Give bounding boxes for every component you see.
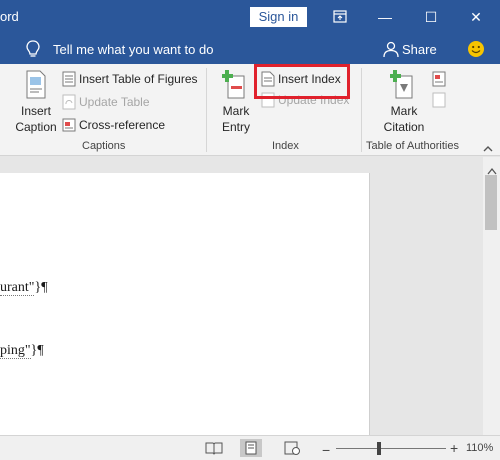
- lightbulb-icon: [24, 39, 42, 59]
- zoom-in-button[interactable]: +: [450, 440, 458, 456]
- smiley-feedback-icon[interactable]: [467, 40, 485, 58]
- mark-entry-label-1: Mark: [222, 104, 250, 118]
- index-entry-end: }¶: [30, 343, 44, 358]
- minimize-button[interactable]: —: [374, 6, 396, 28]
- mark-entry-button[interactable]: Mark Entry: [214, 70, 258, 136]
- person-icon: [382, 40, 400, 58]
- captions-group-label: Captions: [82, 140, 126, 152]
- insert-caption-icon: [25, 70, 47, 103]
- zoom-out-button[interactable]: −: [322, 442, 330, 458]
- close-button[interactable]: ✕: [465, 6, 487, 28]
- update-table-label: Update Table: [79, 95, 150, 109]
- insert-table-of-figures-label: Insert Table of Figures: [79, 72, 198, 86]
- group-separator: [206, 68, 207, 152]
- maximize-button[interactable]: ☐: [420, 6, 442, 28]
- insert-caption-label-2: Caption: [15, 120, 57, 134]
- print-layout-icon[interactable]: [240, 439, 262, 457]
- mark-citation-icon: [389, 70, 418, 103]
- document-page[interactable]: urant"}¶ ping"}¶: [0, 173, 370, 435]
- mark-citation-label-1: Mark: [390, 104, 418, 118]
- mark-entry-label-2: Entry: [221, 120, 250, 134]
- insert-table-of-authorities-button[interactable]: [432, 70, 448, 88]
- scrollbar-thumb[interactable]: [485, 175, 497, 230]
- zoom-slider-track[interactable]: [336, 448, 446, 449]
- group-separator: [361, 68, 362, 152]
- update-table-of-authorities-icon: [432, 92, 446, 108]
- collapse-ribbon-icon[interactable]: [482, 142, 494, 154]
- index-entry-end: }¶: [34, 280, 48, 295]
- references-ribbon: Insert Caption Insert Table of Figures U…: [0, 64, 500, 156]
- cross-reference-icon: [62, 117, 76, 133]
- zoom-slider-thumb[interactable]: [377, 442, 381, 455]
- table-of-authorities-icon: [432, 71, 446, 87]
- cross-reference-label: Cross-reference: [79, 118, 166, 132]
- share-label: Share: [402, 42, 437, 57]
- index-entry-text: urant": [0, 280, 35, 296]
- table-of-figures-icon: [62, 71, 76, 87]
- table-of-authorities-group-label: Table of Authorities: [366, 140, 459, 152]
- update-table-icon: [62, 94, 76, 110]
- mark-citation-button[interactable]: Mark Citation: [380, 70, 428, 136]
- mark-citation-label-2: Citation: [383, 120, 425, 134]
- mark-entry-icon: [221, 70, 250, 103]
- index-entry-field[interactable]: ping"}¶: [0, 343, 44, 359]
- web-layout-icon[interactable]: [281, 439, 303, 457]
- app-title: ord: [0, 9, 19, 24]
- tell-me-bar: Tell me what you want to do Share: [0, 34, 500, 64]
- scroll-up-icon[interactable]: [487, 162, 497, 175]
- title-bar: ord Sign in — ☐ ✕: [0, 0, 500, 34]
- index-group-label: Index: [272, 140, 299, 152]
- insert-index-highlight: [254, 64, 350, 99]
- sign-in-button[interactable]: Sign in: [250, 7, 307, 27]
- index-entry-field[interactable]: urant"}¶: [0, 280, 48, 296]
- tell-me-search[interactable]: Tell me what you want to do: [53, 42, 213, 57]
- zoom-level[interactable]: 110%: [466, 442, 493, 454]
- insert-caption-button[interactable]: Insert Caption: [14, 70, 58, 136]
- read-mode-icon[interactable]: [203, 439, 225, 457]
- insert-caption-label-1: Insert: [20, 104, 51, 118]
- status-bar: − + 110%: [0, 435, 500, 460]
- update-table-of-authorities-button[interactable]: [432, 91, 448, 109]
- ribbon-display-options-icon[interactable]: [329, 6, 351, 28]
- index-entry-text: ping": [0, 343, 31, 359]
